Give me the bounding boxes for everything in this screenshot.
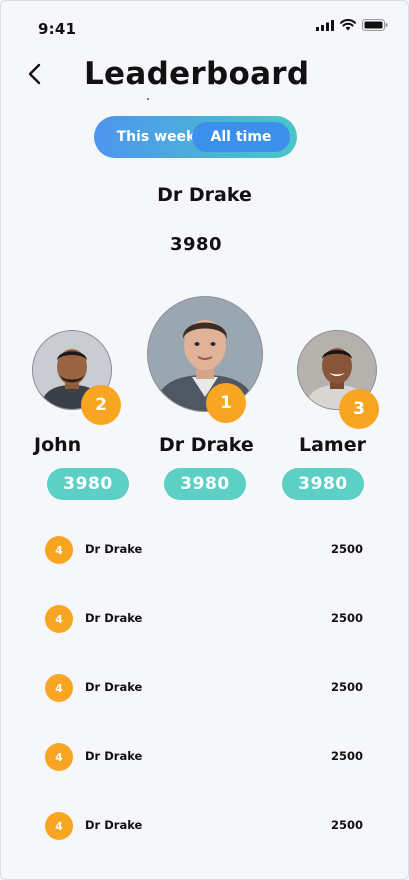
status-bar: 9:41 (1, 1, 408, 51)
avatar-portrait-1 (148, 297, 262, 411)
leader-score: 3980 (169, 234, 223, 255)
wifi-icon (340, 19, 356, 31)
podium-score-3: 3980 (282, 468, 364, 500)
podium-name-2: John (34, 434, 82, 456)
avatar-rank-1[interactable] (147, 296, 263, 412)
list-item-name: Dr Drake (85, 749, 143, 763)
tab-this-week[interactable]: This week (106, 116, 206, 158)
podium-score-2: 3980 (47, 468, 129, 500)
podium-score-1: 3980 (164, 468, 246, 500)
list-rank-badge: 4 (45, 536, 73, 564)
list-item[interactable]: 4 Dr Drake 2500 (1, 810, 408, 842)
podium-name-3: Lamer (299, 434, 366, 456)
tab-all-time[interactable]: All time (192, 122, 290, 152)
status-time: 9:41 (38, 20, 77, 38)
decorative-dot (147, 98, 149, 100)
leader-name: Dr Drake (157, 184, 252, 206)
rank-badge-1: 1 (206, 383, 246, 423)
rank-badge-2: 2 (81, 385, 121, 425)
list-item-name: Dr Drake (85, 680, 143, 694)
list-item-name: Dr Drake (85, 818, 143, 832)
leaderboard-screen: 9:41 Leaderboard This week All time Dr D… (0, 0, 409, 880)
battery-icon (362, 19, 388, 31)
list-rank-badge: 4 (45, 812, 73, 840)
page-title: Leaderboard (84, 56, 310, 92)
list-item-score: 2500 (330, 818, 363, 832)
list-item-score: 2500 (330, 749, 363, 763)
list-rank-badge: 4 (45, 743, 73, 771)
list-item-name: Dr Drake (85, 611, 143, 625)
back-button[interactable] (19, 59, 49, 89)
list-item-score: 2500 (330, 611, 363, 625)
rank-badge-3: 3 (339, 389, 379, 429)
podium-name-1: Dr Drake (159, 434, 254, 456)
period-tabs: This week All time (94, 116, 297, 158)
list-item-score: 2500 (330, 542, 363, 556)
status-icons (316, 19, 388, 31)
list-item[interactable]: 4 Dr Drake 2500 (1, 672, 408, 704)
list-item[interactable]: 4 Dr Drake 2500 (1, 603, 408, 635)
list-rank-badge: 4 (45, 605, 73, 633)
signal-icon (316, 19, 334, 31)
list-item[interactable]: 4 Dr Drake 2500 (1, 741, 408, 773)
list-item-score: 2500 (330, 680, 363, 694)
list-rank-badge: 4 (45, 674, 73, 702)
list-item-name: Dr Drake (85, 542, 143, 556)
list-item[interactable]: 4 Dr Drake 2500 (1, 534, 408, 566)
back-arrow-icon (28, 63, 41, 85)
